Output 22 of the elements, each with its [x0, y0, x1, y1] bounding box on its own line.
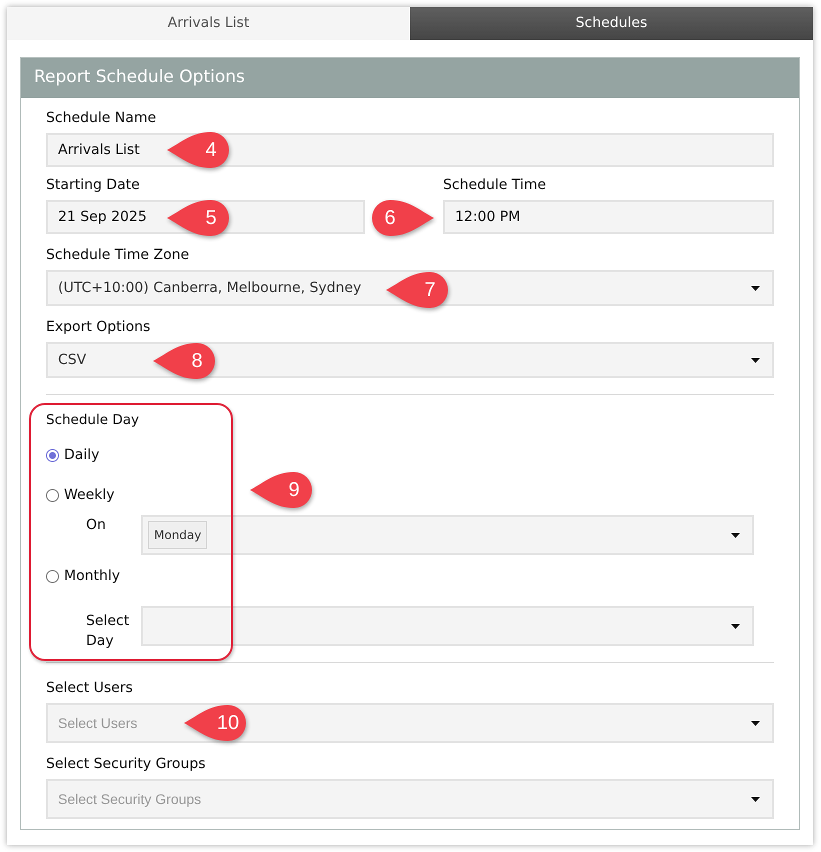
field-label: Export Options [46, 318, 152, 337]
field-label: Schedule Name [46, 109, 158, 128]
callout-tooltip: 5 [167, 200, 229, 236]
field-label: Schedule Time Zone [46, 246, 190, 265]
field-label: Select Day [86, 612, 130, 651]
callout-tooltip: 6 [372, 200, 434, 236]
field-label: Select Security Groups [46, 755, 206, 774]
tag-chip: Monday [148, 521, 208, 549]
callout-tooltip: 8 [153, 343, 215, 379]
field-label: Starting Date [46, 176, 141, 195]
radio-label: Monthly [64, 567, 120, 586]
field-label: On [86, 516, 107, 535]
callout-tooltip: 9 [250, 472, 312, 508]
radio-label: Weekly [64, 486, 115, 505]
section-label: Schedule Day [46, 411, 139, 430]
field-label: Select Users [46, 679, 134, 698]
callout-tooltip: 7 [386, 272, 448, 308]
panel-header: Report Schedule Options [21, 58, 799, 98]
callout-tooltip: 10 [184, 705, 246, 741]
radio-label: Daily [64, 446, 100, 465]
field-label: Schedule Time [443, 176, 548, 195]
callout-tooltip: 4 [167, 132, 229, 168]
